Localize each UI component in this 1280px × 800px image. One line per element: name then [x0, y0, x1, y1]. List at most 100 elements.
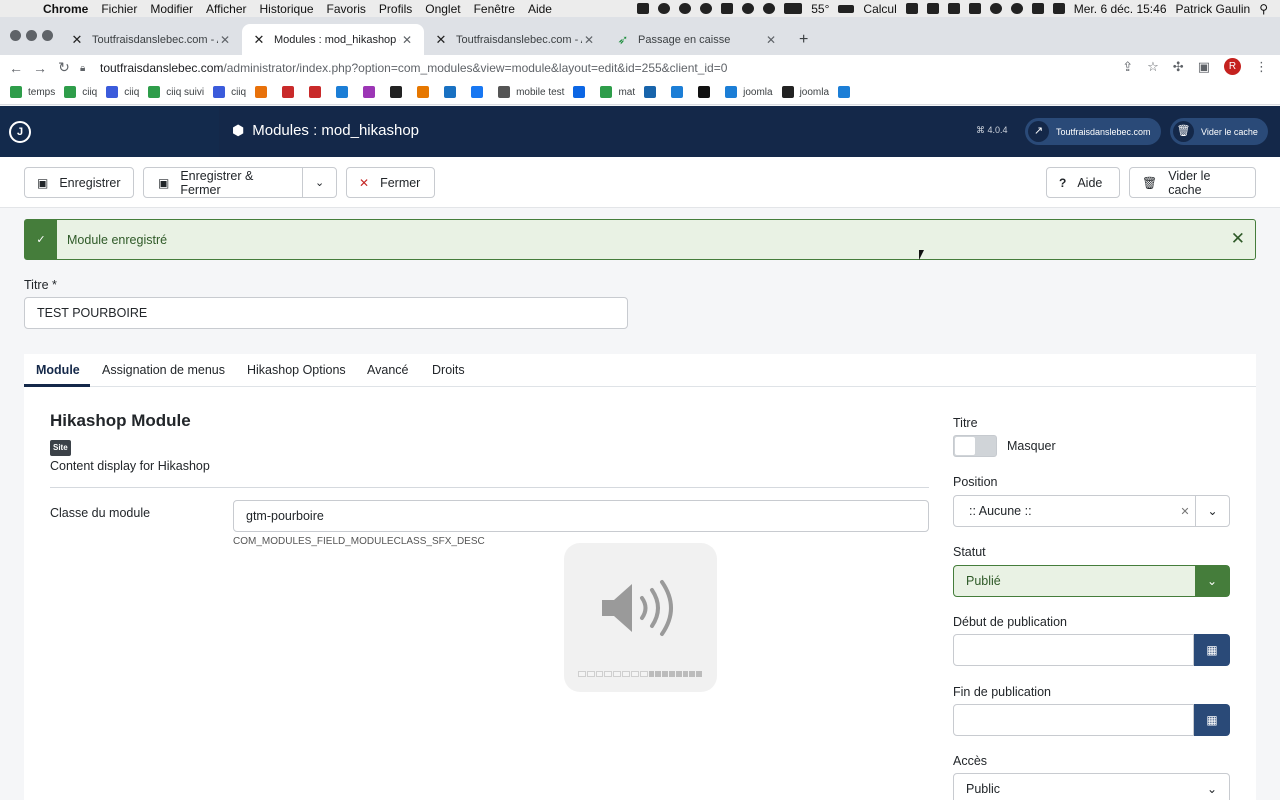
user-name[interactable]: Patrick Gaulin [1176, 2, 1251, 16]
back-icon[interactable]: ← [4, 60, 28, 76]
bookmark-item[interactable] [255, 86, 273, 98]
bookmark-item[interactable] [390, 86, 408, 98]
calendar-icon[interactable]: ▦ [1194, 704, 1230, 736]
tab-advanced[interactable]: Avancé [367, 363, 408, 377]
browser-tab[interactable]: ✕ Toutfraisdanslebec.com - Adm ✕ [424, 24, 606, 55]
cloud-icon[interactable] [926, 3, 939, 14]
bookmark-item[interactable]: mat [600, 86, 635, 98]
bookmark-item[interactable] [309, 86, 327, 98]
clear-icon[interactable]: ✕ [1175, 505, 1195, 518]
more-menu-icon[interactable]: ⋮ [1255, 59, 1268, 75]
bookmark-item[interactable] [444, 86, 462, 98]
tab-module[interactable]: Module [36, 363, 80, 377]
publish-up-input[interactable] [953, 634, 1194, 666]
time-machine-icon[interactable] [1010, 3, 1023, 14]
sync-icon[interactable] [905, 3, 918, 14]
bookmark-item[interactable] [573, 86, 591, 98]
bookmark-item[interactable]: ciiq [64, 86, 97, 98]
calc-label[interactable]: Calcul [863, 2, 896, 16]
recording-icon[interactable] [763, 3, 776, 14]
tab-close-icon[interactable]: ✕ [400, 33, 414, 47]
status-select[interactable]: Publié ⌄ [953, 565, 1230, 597]
status-icon[interactable] [658, 3, 671, 14]
bookmark-item[interactable] [671, 86, 689, 98]
alert-close-icon[interactable]: ✕ [1231, 229, 1245, 249]
bookmark-item[interactable] [363, 86, 381, 98]
menu-fenetre[interactable]: Fenêtre [474, 2, 515, 16]
vpn-icon[interactable] [700, 3, 713, 14]
bookmark-item[interactable] [282, 86, 300, 98]
bookmark-item[interactable]: ciiq [106, 86, 139, 98]
tab-close-icon[interactable]: ✕ [764, 33, 778, 47]
menu-app[interactable]: Chrome [43, 2, 88, 16]
battery-icon[interactable] [838, 4, 855, 13]
dropbox-icon[interactable] [637, 3, 650, 14]
monitor-icon[interactable] [784, 3, 803, 14]
show-title-toggle[interactable] [953, 435, 997, 457]
calendar-icon[interactable]: ▦ [1194, 634, 1230, 666]
volume-icon[interactable] [1031, 3, 1044, 14]
title-input[interactable]: TEST POURBOIRE [24, 297, 628, 329]
window-zoom-icon[interactable] [42, 30, 53, 41]
bookmark-item[interactable]: joomla [725, 86, 773, 98]
browser-tab[interactable]: ✕ Toutfraisdanslebec.com - Adm ✕ [60, 24, 242, 55]
chevron-down-icon[interactable]: ⌄ [1195, 774, 1229, 800]
help-button[interactable]: ? Aide [1046, 167, 1120, 198]
tab-menu-assignment[interactable]: Assignation de menus [102, 363, 225, 377]
tab-close-icon[interactable]: ✕ [582, 33, 596, 47]
bookmark-item[interactable]: joomla [781, 86, 829, 98]
tab-close-icon[interactable]: ✕ [218, 33, 232, 47]
extensions-icon[interactable]: ✣ [1173, 59, 1184, 75]
airplay-icon[interactable] [968, 3, 981, 14]
forward-icon[interactable]: → [28, 60, 52, 76]
window-minimize-icon[interactable] [26, 30, 37, 41]
bookmark-star-icon[interactable]: ☆ [1147, 59, 1159, 75]
reload-icon[interactable]: ↻ [52, 59, 76, 76]
bookmark-item[interactable] [838, 86, 856, 98]
malwarebytes-icon[interactable] [721, 3, 734, 14]
display-icon[interactable] [947, 3, 960, 14]
close-button[interactable]: ✕ Fermer [346, 167, 435, 198]
chevron-down-icon[interactable]: ⌄ [1195, 566, 1229, 596]
bookmark-item[interactable] [644, 86, 662, 98]
weather-temp[interactable]: 55° [811, 2, 829, 16]
publish-down-input[interactable] [953, 704, 1194, 736]
access-select[interactable]: Public ⌄ [953, 773, 1230, 800]
joomla-logo[interactable]: J [0, 106, 219, 157]
tab-permissions[interactable]: Droits [432, 363, 465, 377]
new-tab-icon[interactable]: + [799, 31, 808, 49]
sidepanel-icon[interactable]: ▣ [1198, 59, 1210, 75]
window-close-icon[interactable] [10, 30, 21, 41]
bookmark-item[interactable]: ciiq [213, 86, 246, 98]
bookmark-item[interactable]: ciiq suivi [148, 86, 204, 98]
menu-afficher[interactable]: Afficher [206, 2, 246, 16]
menu-modifier[interactable]: Modifier [150, 2, 193, 16]
address-bar[interactable]: 🔒︎ toutfraisdanslebec.com/administrator/… [80, 55, 727, 80]
header-clear-cache-button[interactable]: 🗑︎ Vider le cache [1170, 118, 1268, 145]
save-close-button[interactable]: ▣ Enregistrer & Fermer [144, 168, 304, 197]
browser-tab[interactable]: ➶ Passage en caisse ✕ [606, 24, 788, 55]
save-button[interactable]: ▣ Enregistrer [24, 167, 134, 198]
chevron-down-icon[interactable]: ⌄ [303, 176, 336, 189]
bookmark-item[interactable] [417, 86, 435, 98]
bookmark-item[interactable]: mobile test [498, 86, 564, 98]
bookmark-item[interactable] [471, 86, 489, 98]
menu-aide[interactable]: Aide [528, 2, 552, 16]
globe-icon[interactable] [679, 3, 692, 14]
menu-favoris[interactable]: Favoris [327, 2, 366, 16]
share-icon[interactable]: ⇪ [1122, 59, 1133, 75]
bookmark-item[interactable] [698, 86, 716, 98]
menu-profils[interactable]: Profils [379, 2, 412, 16]
browser-tab-active[interactable]: ✕ Modules : mod_hikashop - Tou ✕ [242, 24, 424, 55]
datetime[interactable]: Mer. 6 déc. 15:46 [1074, 2, 1167, 16]
lock-icon[interactable]: 🔒︎ [80, 63, 90, 74]
position-select[interactable]: :: Aucune :: ✕ ⌄ [953, 495, 1230, 527]
control-center-icon[interactable] [1052, 3, 1065, 14]
profile-avatar[interactable]: R [1224, 58, 1241, 75]
menu-onglet[interactable]: Onglet [425, 2, 460, 16]
bookmark-item[interactable]: temps [10, 86, 55, 98]
menu-fichier[interactable]: Fichier [101, 2, 137, 16]
menu-historique[interactable]: Historique [260, 2, 314, 16]
settings-icon[interactable] [742, 3, 755, 14]
clear-cache-button[interactable]: 🗑︎ Vider le cache [1129, 167, 1256, 198]
